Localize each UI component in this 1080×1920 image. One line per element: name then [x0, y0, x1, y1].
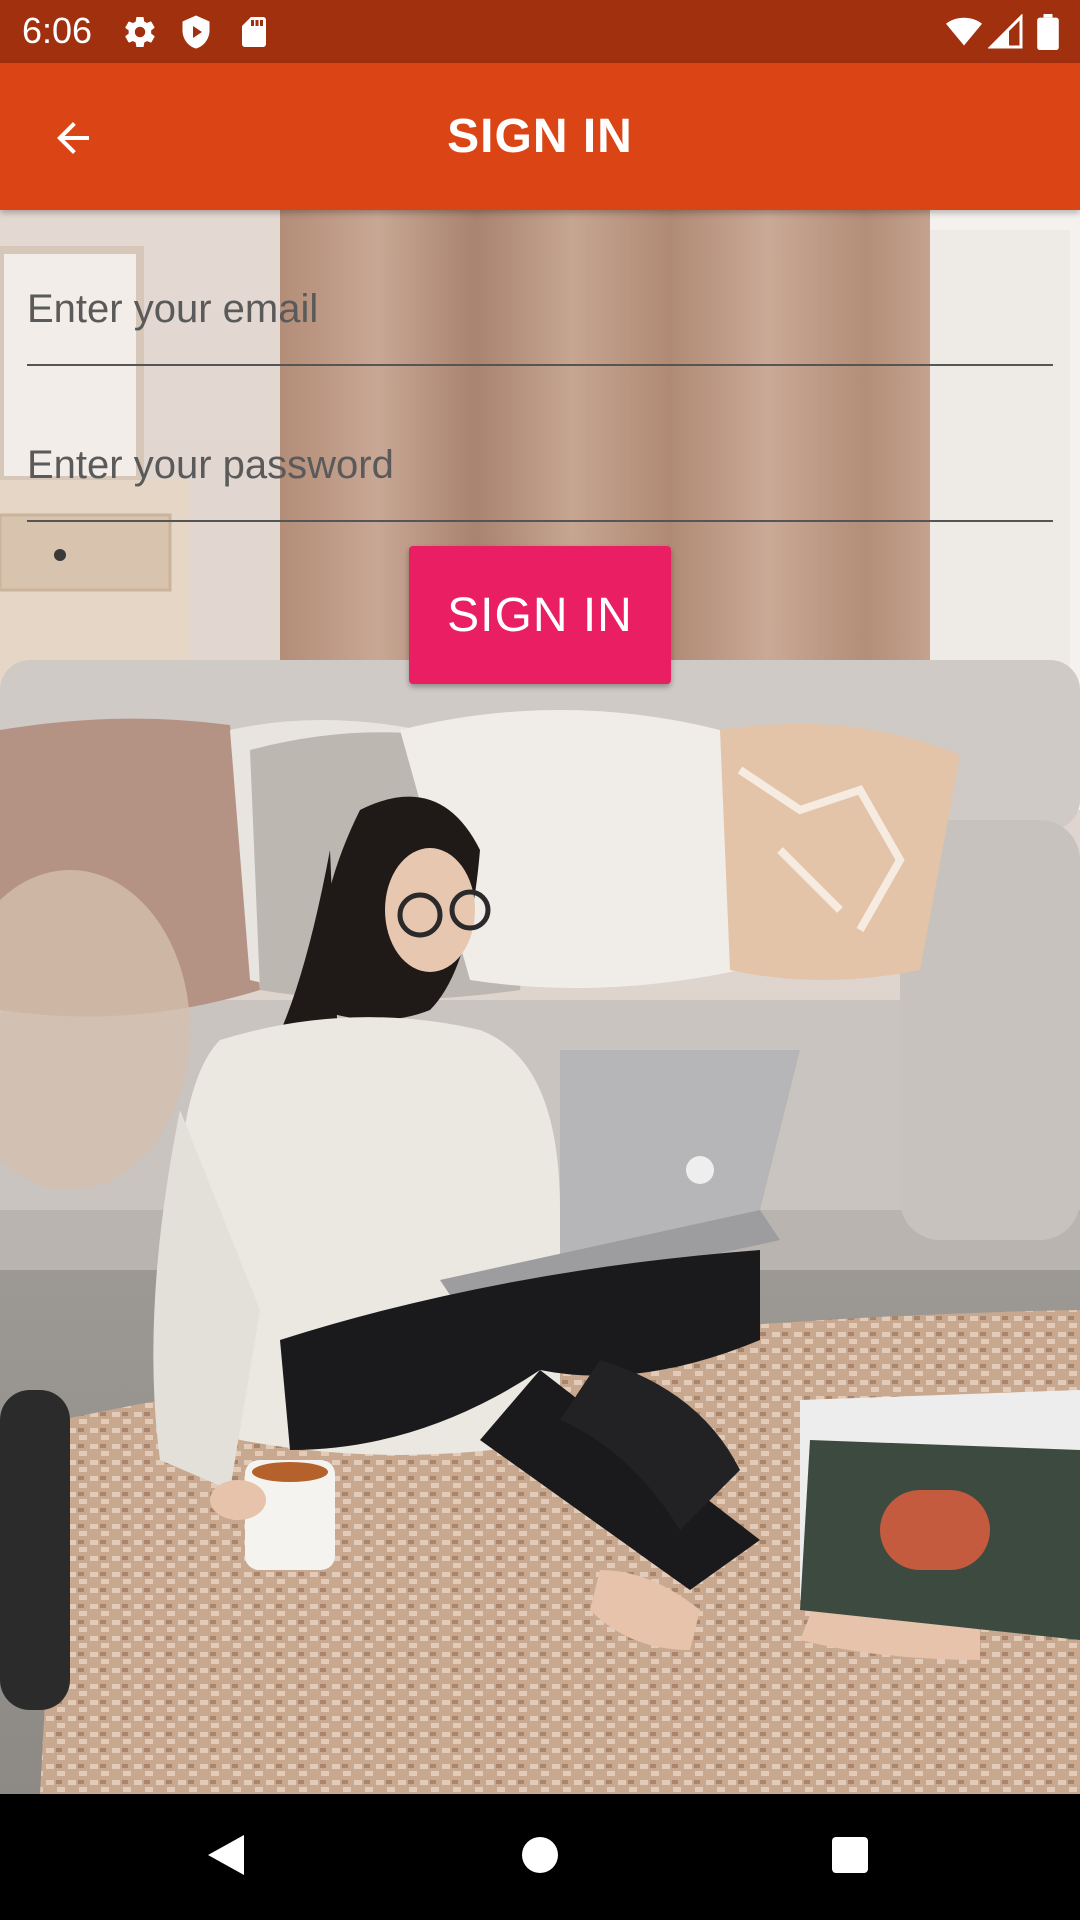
sign-in-screen: 6:06 SIGN IN Enter your email SIGN IN: [0, 0, 1080, 1920]
back-button[interactable]: [36, 103, 110, 177]
back-triangle-icon: [204, 1831, 248, 1884]
nav-recents-button[interactable]: [820, 1827, 880, 1887]
email-field[interactable]: [27, 254, 1053, 366]
nav-home-button[interactable]: [510, 1827, 570, 1887]
cell-signal-icon: [987, 13, 1024, 50]
sign-in-button[interactable]: SIGN IN: [409, 546, 671, 684]
shield-icon: [178, 14, 214, 50]
password-field[interactable]: [27, 410, 1053, 522]
battery-icon: [1036, 14, 1060, 51]
recents-square-icon: [830, 1835, 870, 1880]
status-bar: 6:06: [0, 0, 1080, 63]
home-circle-icon: [520, 1835, 560, 1880]
status-time: 6:06: [22, 10, 93, 51]
wifi-icon: [944, 14, 982, 50]
app-bar-title: SIGN IN: [447, 110, 633, 163]
sd-card-icon: [236, 14, 272, 50]
system-nav-bar: [0, 1794, 1080, 1920]
settings-icon: [122, 14, 158, 50]
app-bar: SIGN IN: [0, 63, 1080, 210]
nav-back-button[interactable]: [196, 1827, 256, 1887]
arrow-back-icon: [49, 114, 97, 167]
content-area: SIGN IN: [0, 210, 1080, 1794]
